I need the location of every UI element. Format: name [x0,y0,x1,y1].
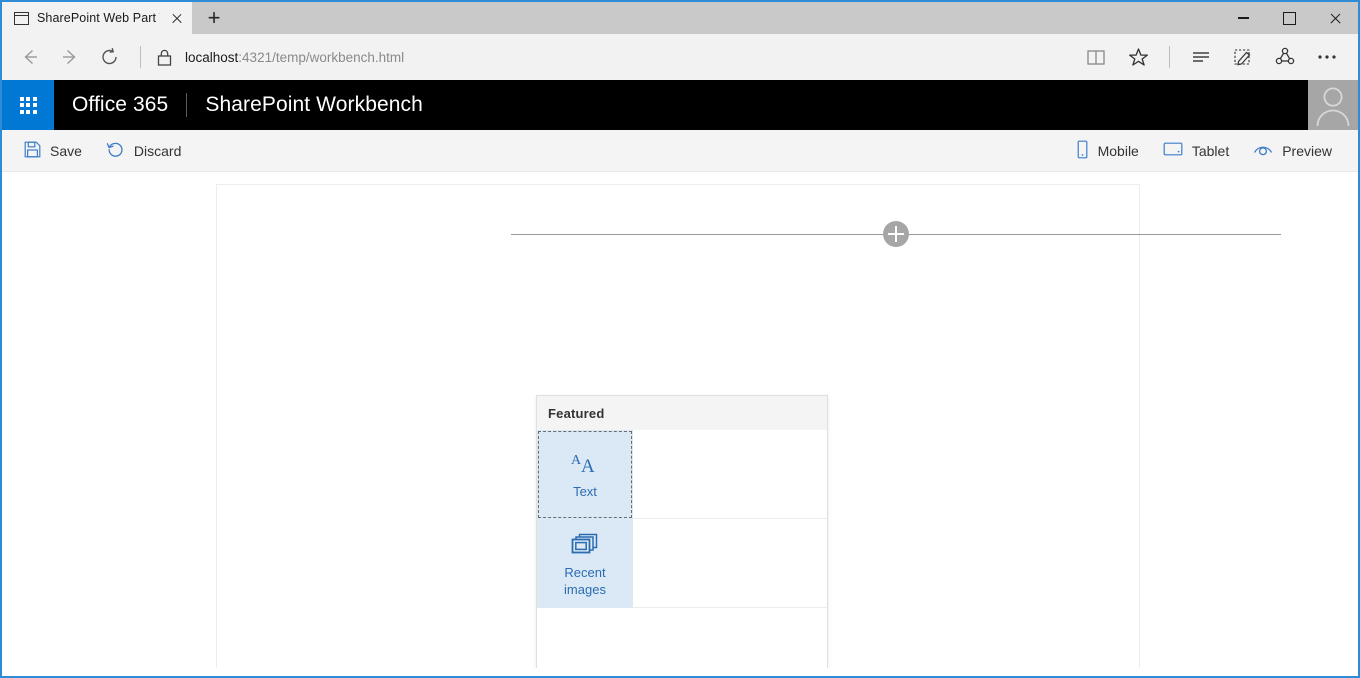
reading-view-icon[interactable] [1075,37,1117,77]
arrow-right-icon[interactable] [50,37,90,77]
save-button[interactable]: Save [12,130,94,172]
undo-discard-icon [106,141,125,161]
picker-row: Recent images [537,519,827,608]
arrow-left-icon[interactable] [10,37,50,77]
maximize-icon[interactable] [1266,2,1312,34]
browser-tab[interactable]: SharePoint Web Part Wo [2,2,192,34]
add-web-part-zone [511,221,1281,247]
url-input[interactable]: localhost:4321/temp/workbench.html [177,50,1075,65]
web-part-tile-text[interactable]: A A Text [537,430,633,519]
suite-spacer [441,80,1308,130]
web-part-tile-label: Text [573,484,597,500]
discard-button[interactable]: Discard [94,130,193,172]
person-avatar-icon[interactable] [1308,80,1358,130]
browser-window: SharePoint Web Part Wo [0,0,1360,678]
picker-row: A A Text [537,430,827,519]
more-ellipsis-icon[interactable] [1306,37,1348,77]
window-controls [1220,2,1358,34]
address-bar: localhost:4321/temp/workbench.html [2,34,1358,80]
share-icon[interactable] [1264,37,1306,77]
preview-label: Preview [1282,142,1332,159]
window-icon [14,11,29,25]
title-bar: SharePoint Web Part Wo [2,2,1358,34]
app-launcher-waffle-icon[interactable] [2,80,54,130]
actions-divider [1169,46,1170,68]
new-tab-button[interactable] [192,2,236,34]
mobile-icon [1076,140,1089,162]
picker-tile-grid: A A Text Recent images [537,430,827,668]
recent-images-stack-icon [570,529,600,559]
suite-brand-link[interactable]: Office 365 [54,80,186,130]
picker-empty-space [537,608,827,668]
tab-close-icon[interactable] [168,9,186,27]
web-part-tile-label: Recent images [564,564,606,597]
browser-actions [1075,37,1348,77]
web-note-icon[interactable] [1222,37,1264,77]
command-bar: Save Discard Mobile Tablet Preview [2,130,1358,172]
favorites-star-icon[interactable] [1117,37,1159,77]
add-plus-circle-icon[interactable] [883,221,909,247]
preview-button[interactable]: Preview [1241,130,1344,172]
minimize-icon[interactable] [1220,2,1266,34]
tablet-view-button[interactable]: Tablet [1151,130,1241,172]
tablet-label: Tablet [1191,142,1230,159]
web-part-tile-recent-images[interactable]: Recent images [537,519,633,608]
window-close-icon[interactable] [1312,2,1358,34]
mobile-label: Mobile [1097,142,1139,159]
mobile-view-button[interactable]: Mobile [1064,130,1151,172]
save-icon [24,141,41,161]
svg-text:A: A [581,456,595,476]
tablet-icon [1163,141,1183,160]
nav-divider [140,46,141,68]
discard-label: Discard [133,142,182,159]
text-aa-icon: A A [570,448,600,478]
picker-row-filler [633,430,827,518]
url-path: :4321/temp/workbench.html [238,49,405,65]
page-title: SharePoint Workbench [205,93,423,116]
url-host: localhost [185,49,239,65]
web-part-picker-panel: Featured A A Text Recent images [536,395,828,668]
preview-eye-icon [1253,142,1273,160]
workbench-canvas-area: Featured A A Text Recent images [2,172,1358,668]
save-label: Save [50,142,82,159]
suite-bar: Office 365 SharePoint Workbench [2,80,1358,130]
picker-section-header: Featured [537,396,827,430]
picker-row-filler [633,519,827,607]
refresh-icon[interactable] [90,37,130,77]
hub-icon[interactable] [1180,37,1222,77]
browser-tab-title: SharePoint Web Part Wo [37,11,160,25]
lock-icon [151,48,177,67]
